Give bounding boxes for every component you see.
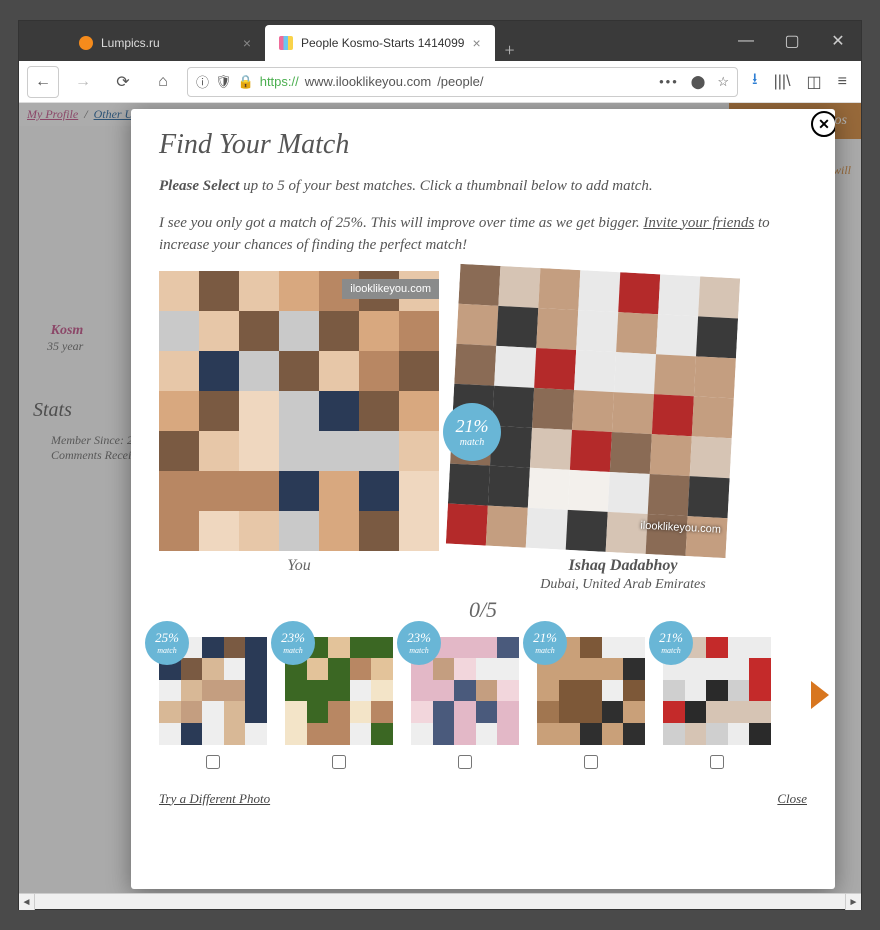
shield-icon[interactable]: 🛡	[215, 74, 232, 90]
your-photo: ilooklikeyou.com	[159, 271, 439, 551]
match-thumbnail[interactable]: 23% match	[411, 637, 519, 769]
select-strong: Please Select	[159, 178, 239, 194]
thumb-word: match	[157, 646, 177, 655]
tab-favicon-lumpics	[79, 36, 93, 50]
para2a: I see you only got a match of 25%. This …	[159, 215, 643, 231]
match-thumbnail[interactable]: 21% match	[663, 637, 771, 769]
pocket-icon[interactable]: ⬤	[691, 74, 706, 90]
match-thumbnail[interactable]: 25% match	[159, 637, 267, 769]
thumb-checkbox[interactable]	[332, 755, 346, 769]
next-arrow[interactable]	[811, 681, 829, 709]
match-modal: ✕ Find Your Match Please Select up to 5 …	[131, 109, 835, 889]
url-host: www.ilooklikeyou.com	[305, 74, 431, 89]
library-icon[interactable]: |||\	[774, 73, 791, 91]
thumb-badge: 21% match	[523, 621, 567, 665]
thumb-badge: 23% match	[271, 621, 315, 665]
match-percent: 21%	[456, 416, 489, 437]
tab-favicon-app	[279, 36, 293, 50]
lock-icon: 🔒	[238, 74, 254, 90]
address-bar: ← → ⟳ ⌂ ⓘ 🛡 🔒 https:// www.ilooklikeyou.c…	[19, 61, 861, 103]
match-location: Dubai, United Arab Emirates	[439, 577, 807, 593]
close-window-button[interactable]: ✕	[815, 21, 861, 61]
back-button[interactable]: ←	[27, 66, 59, 98]
thumb-checkbox[interactable]	[206, 755, 220, 769]
thumb-checkbox[interactable]	[584, 755, 598, 769]
page-actions-icon[interactable]: •••	[659, 74, 679, 89]
home-button[interactable]: ⌂	[147, 66, 179, 98]
thumb-word: match	[409, 646, 429, 655]
thumb-checkbox[interactable]	[710, 755, 724, 769]
thumb-percent: 21%	[659, 630, 683, 646]
thumb-percent: 25%	[155, 630, 179, 646]
tab-label: Lumpics.ru	[101, 36, 160, 50]
downloads-icon[interactable]: ⭳	[752, 68, 758, 95]
labels-row: You Ishaq Dadabhoy Dubai, United Arab Em…	[159, 557, 807, 593]
match-name: Ishaq Dadabhoy	[439, 557, 807, 575]
match-thumbnail[interactable]: 21% match	[537, 637, 645, 769]
thumb-badge: 23% match	[397, 621, 441, 665]
try-different-photo-link[interactable]: Try a Different Photo	[159, 791, 270, 807]
match-thumbnail[interactable]: 23% match	[285, 637, 393, 769]
url-path: /people/	[437, 74, 483, 89]
thumb-percent: 23%	[281, 630, 305, 646]
toolbar-right: ⭳ |||\ ◫ ≡	[746, 68, 853, 95]
forward-button[interactable]: →	[67, 66, 99, 98]
browser-window: Lumpics.ru × People Kosmo-Starts 1414099…	[18, 20, 862, 910]
thumb-checkbox[interactable]	[458, 755, 472, 769]
thumb-word: match	[283, 646, 303, 655]
close-icon[interactable]: ×	[243, 35, 251, 51]
thumb-badge: 25% match	[145, 621, 189, 665]
invite-friends-link[interactable]: Invite your friends	[643, 215, 754, 231]
minimize-button[interactable]: —	[723, 21, 769, 61]
modal-footer: Try a Different Photo Close	[159, 791, 807, 807]
thumb-word: match	[661, 646, 681, 655]
you-label: You	[159, 557, 439, 593]
menu-icon[interactable]: ≡	[838, 73, 847, 91]
reload-button[interactable]: ⟳	[107, 66, 139, 98]
modal-para2: I see you only got a match of 25%. This …	[159, 212, 807, 257]
info-icon[interactable]: ⓘ	[196, 72, 209, 91]
thumb-word: match	[535, 646, 555, 655]
thumb-percent: 23%	[407, 630, 431, 646]
compare-row: ilooklikeyou.com 21% match ilooklikeyou.…	[159, 271, 807, 551]
close-icon[interactable]: ×	[472, 35, 480, 51]
tab-lumpics[interactable]: Lumpics.ru ×	[65, 25, 265, 61]
close-link[interactable]: Close	[777, 791, 807, 807]
modal-close-button[interactable]: ✕	[811, 111, 835, 137]
thumbnail-row: 25% match 23% match 23% match 21% match …	[159, 637, 807, 769]
tab-bar: Lumpics.ru × People Kosmo-Starts 1414099…	[19, 21, 861, 61]
horizontal-scrollbar[interactable]: ◄ ►	[19, 893, 861, 909]
scroll-left-button[interactable]: ◄	[19, 894, 35, 910]
page-content: My Profile / Other Users Matching Me / M…	[19, 103, 861, 893]
window-controls: — ▢ ✕	[723, 21, 861, 61]
tab-people[interactable]: People Kosmo-Starts 1414099 ×	[265, 25, 495, 61]
select-rest: up to 5 of your best matches. Click a th…	[239, 178, 652, 194]
selection-count: 0/5	[159, 597, 807, 623]
star-icon[interactable]: ☆	[717, 74, 729, 90]
watermark: ilooklikeyou.com	[342, 279, 439, 299]
url-box[interactable]: ⓘ 🛡 🔒 https:// www.ilooklikeyou.com/peopl…	[187, 67, 738, 97]
tab-label: People Kosmo-Starts 1414099	[301, 36, 464, 50]
modal-title: Find Your Match	[159, 129, 807, 161]
scroll-right-button[interactable]: ►	[845, 894, 861, 910]
match-word: match	[460, 437, 484, 448]
thumb-badge: 21% match	[649, 621, 693, 665]
thumb-percent: 21%	[533, 630, 557, 646]
match-info: Ishaq Dadabhoy Dubai, United Arab Emirat…	[439, 557, 807, 593]
maximize-button[interactable]: ▢	[769, 21, 815, 61]
new-tab-button[interactable]: +	[495, 40, 525, 61]
url-scheme: https://	[260, 74, 299, 89]
sidebar-icon[interactable]: ◫	[807, 72, 822, 92]
modal-select-line: Please Select up to 5 of your best match…	[159, 175, 807, 198]
match-badge: 21% match	[443, 403, 501, 461]
